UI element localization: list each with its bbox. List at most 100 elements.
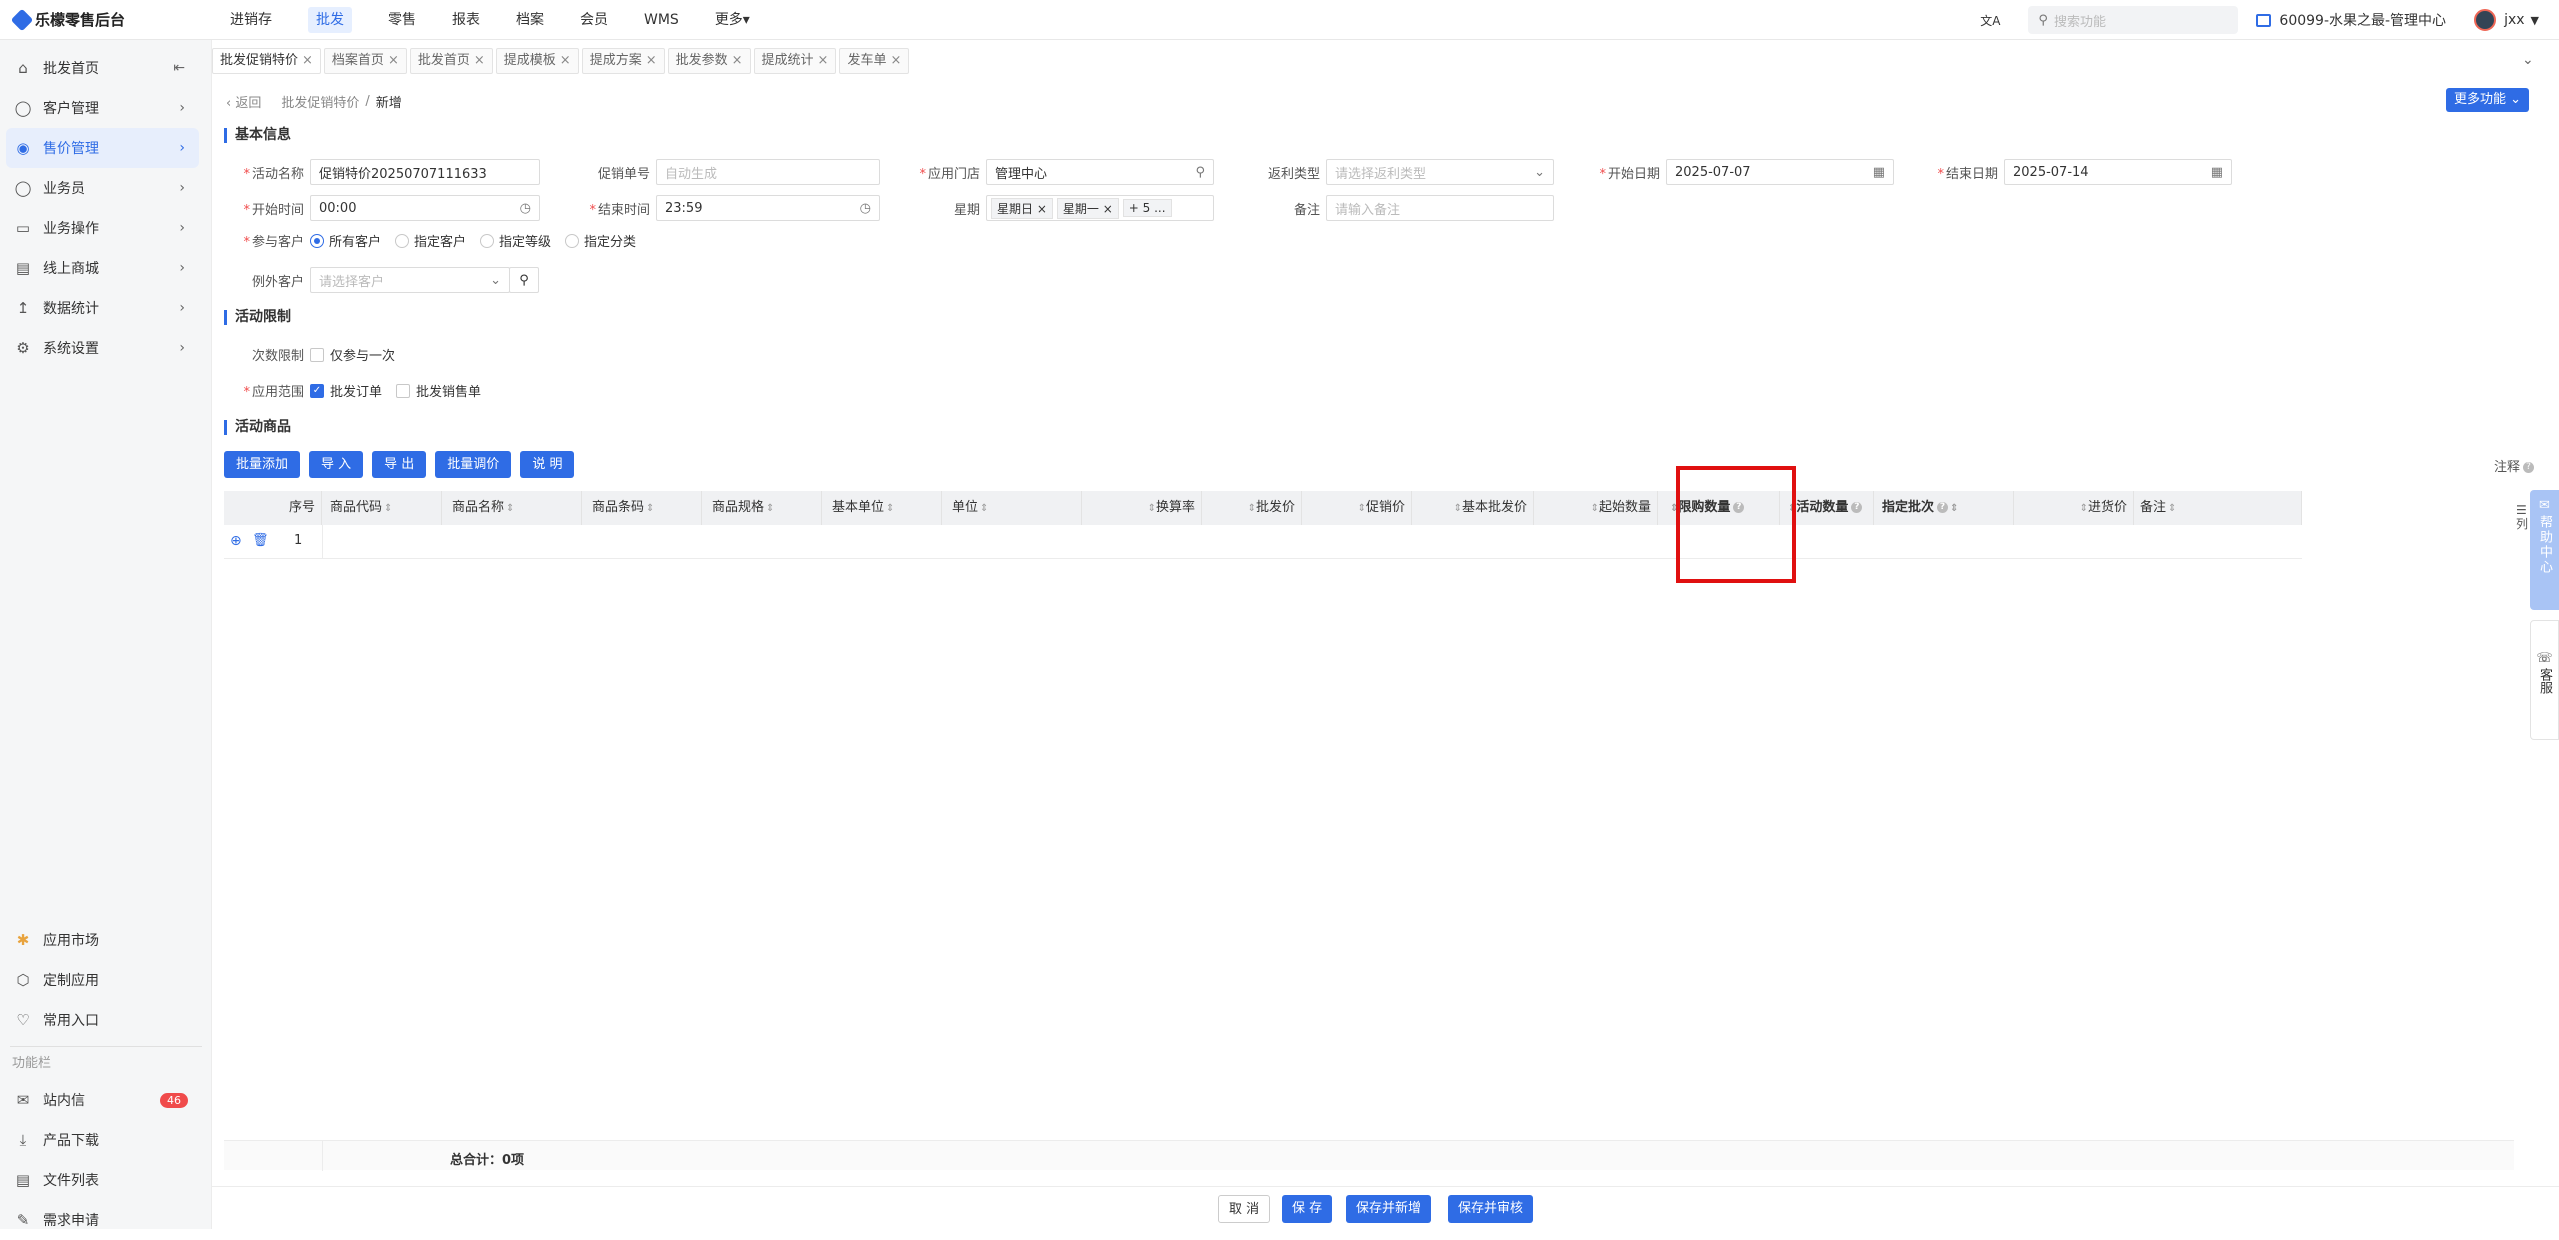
col-spec[interactable]: 商品规格 ⇕ (702, 491, 822, 525)
col-name[interactable]: 商品名称 ⇕ (442, 491, 582, 525)
batch-add-button[interactable]: 批量添加 (224, 451, 301, 478)
sidebar-item-online-mall[interactable]: ▤ 线上商城 › (0, 248, 211, 288)
start-date-picker[interactable]: 2025-07-07 ▦ (1666, 159, 1894, 185)
translate-icon[interactable]: 文A (1980, 12, 2000, 29)
close-icon[interactable]: × (646, 53, 657, 68)
app-logo[interactable]: 乐檬零售后台 (0, 8, 212, 31)
close-icon[interactable]: × (818, 53, 829, 68)
weekday-chip[interactable]: 星期日 × (991, 197, 1053, 219)
nav-item-members[interactable]: 会员 (562, 0, 626, 40)
col-base-unit[interactable]: 基本单位 ⇕ (822, 491, 942, 525)
save-and-audit-button[interactable]: 保存并审核 (1448, 1195, 1534, 1223)
end-time-picker[interactable]: 23:59 ◷ (656, 195, 880, 221)
tab-commission-stats[interactable]: 提成统计 × (753, 48, 837, 74)
back-link[interactable]: ‹ 返回 (226, 92, 261, 111)
batch-adjust-price-button[interactable]: 批量调价 (435, 451, 512, 478)
sidebar-item-price[interactable]: ◉ 售价管理 › (6, 128, 199, 168)
nav-item-wms[interactable]: WMS (626, 0, 697, 40)
end-date-picker[interactable]: 2025-07-14 ▦ (2004, 159, 2232, 185)
save-and-new-button[interactable]: 保存并新增 (1346, 1195, 1432, 1223)
col-base-wholesale-price[interactable]: ⇕基本批发价 (1412, 491, 1534, 525)
chevron-down-icon[interactable]: ⌄ (2522, 52, 2534, 68)
col-rate[interactable]: ⇕换算率 (1082, 491, 1202, 525)
store-input[interactable]: 管理中心 ⚲ (986, 159, 1214, 185)
sidebar-item-salesman[interactable]: ◯ 业务员 › (0, 168, 211, 208)
search-input[interactable]: ⚲ 搜索功能 (2028, 6, 2239, 34)
close-icon[interactable]: × (560, 53, 571, 68)
weekday-chip[interactable]: 星期一 × (1056, 197, 1119, 219)
radio-specified-level[interactable]: 指定等级 (480, 231, 551, 250)
more-functions-button[interactable]: 更多功能 ⌄ (2446, 88, 2530, 112)
sidebar-item-customers[interactable]: ◯ 客户管理 › (0, 88, 211, 128)
instructions-button[interactable]: 说 明 (520, 451, 575, 478)
sidebar-item-statistics[interactable]: ↥ 数据统计 › (0, 288, 211, 328)
help-center-tab[interactable]: ✉ 帮助中心 (2530, 490, 2559, 610)
col-wholesale-price[interactable]: ⇕批发价 (1202, 491, 1302, 525)
col-purchase-price[interactable]: ⇕进货价 (2014, 491, 2134, 525)
sidebar-item-operations[interactable]: ▭ 业务操作 › (0, 208, 211, 248)
delete-row-icon[interactable]: 🗑 (252, 533, 269, 548)
sidebar-item-custom-apps[interactable]: ⬡ 定制应用 (0, 960, 212, 1000)
nav-item-reports[interactable]: 报表 (434, 0, 498, 40)
add-row-icon[interactable]: ⊕ (230, 533, 242, 549)
radio-specified-customers[interactable]: 指定客户 (395, 231, 466, 250)
start-time-picker[interactable]: 00:00 ◷ (310, 195, 540, 221)
tab-wholesale-home[interactable]: 批发首页 × (409, 48, 493, 74)
close-icon[interactable]: × (302, 53, 313, 68)
weekday-select[interactable]: 星期日 × 星期一 × + 5 ... (986, 195, 1214, 221)
tab-wholesale-params[interactable]: 批发参数 × (667, 48, 751, 74)
col-remark[interactable]: 备注 ⇕ (2134, 491, 2302, 525)
sidebar-item-favorites[interactable]: ♡ 常用入口 (0, 1000, 212, 1040)
nav-item-archives[interactable]: 档案 (498, 0, 562, 40)
promo-number-input[interactable]: 自动生成 (656, 159, 880, 185)
activity-name-input[interactable]: 促销特价20250707111633 (310, 159, 540, 185)
collapse-icon[interactable]: ⇤ (173, 60, 185, 76)
close-icon[interactable]: × (474, 53, 485, 68)
sidebar-item-app-market[interactable]: ✱ 应用市场 (0, 920, 212, 960)
sidebar-item-wholesale-home[interactable]: ⌂ 批发首页 ⇤ (0, 48, 211, 88)
user-menu[interactable]: jxx ▼ (2474, 9, 2539, 31)
annotation-toggle[interactable]: 注释? (2494, 456, 2535, 475)
sidebar-item-messages[interactable]: ✉ 站内信 46 (0, 1080, 212, 1120)
nav-item-wholesale[interactable]: 批发 (290, 0, 370, 40)
remark-input[interactable]: 请输入备注 (1326, 195, 1554, 221)
customer-service-tab[interactable]: ☏ 客服 (2530, 620, 2559, 740)
nav-item-retail[interactable]: 零售 (370, 0, 434, 40)
scope-wholesale-order-checkbox[interactable]: ✓ 批发订单 (310, 381, 382, 400)
tab-commission-plan[interactable]: 提成方案 × (581, 48, 665, 74)
save-button[interactable]: 保 存 (1282, 1195, 1333, 1223)
close-icon[interactable]: × (388, 53, 399, 68)
nav-item-more[interactable]: 更多▾ (697, 0, 768, 40)
tab-promo-price[interactable]: 批发促销特价 × (212, 48, 321, 74)
once-only-checkbox[interactable]: 仅参与一次 (310, 345, 395, 364)
close-icon[interactable]: × (890, 53, 901, 68)
exclude-search-button[interactable]: ⚲ (509, 267, 539, 293)
breadcrumb-parent[interactable]: 批发促销特价 (281, 92, 359, 111)
sidebar-item-downloads[interactable]: ⤓ 产品下载 (0, 1120, 212, 1160)
close-icon[interactable]: × (732, 53, 743, 68)
nav-item-inventory[interactable]: 进销存 (212, 0, 290, 40)
search-icon[interactable]: ⚲ (1195, 165, 1205, 180)
sidebar-item-files[interactable]: ▤ 文件列表 (0, 1160, 212, 1200)
col-unit[interactable]: 单位 ⇕ (942, 491, 1082, 525)
tab-commission-template[interactable]: 提成模板 × (495, 48, 579, 74)
col-start-qty[interactable]: ⇕起始数量 (1534, 491, 1658, 525)
col-code[interactable]: 商品代码 ⇕ (322, 491, 442, 525)
tab-archive-home[interactable]: 档案首页 × (323, 48, 407, 74)
store-selector[interactable]: 60099-水果之最-管理中心 (2256, 10, 2446, 30)
radio-specified-category[interactable]: 指定分类 (565, 231, 636, 250)
export-button[interactable]: 导 出 (372, 451, 427, 478)
weekday-more-chip[interactable]: + 5 ... (1122, 199, 1172, 217)
col-promo-price[interactable]: ⇕促销价 (1302, 491, 1412, 525)
exclude-customer-select[interactable]: 请选择客户 ⌄ (310, 267, 510, 293)
col-batch[interactable]: 指定批次? ⇕ (1874, 491, 2014, 525)
column-settings-button[interactable]: ☰ 列 (2516, 503, 2528, 531)
sidebar-item-requests[interactable]: ✎ 需求申请 (0, 1200, 212, 1240)
radio-all-customers[interactable]: 所有客户 (310, 231, 381, 250)
tab-dispatch[interactable]: 发车单 × (839, 48, 910, 74)
sidebar-item-settings[interactable]: ⚙ 系统设置 › (0, 328, 211, 368)
scope-wholesale-sales-checkbox[interactable]: 批发销售单 (396, 381, 481, 400)
cancel-button[interactable]: 取 消 (1218, 1195, 1271, 1223)
import-button[interactable]: 导 入 (309, 451, 364, 478)
col-barcode[interactable]: 商品条码 ⇕ (582, 491, 702, 525)
